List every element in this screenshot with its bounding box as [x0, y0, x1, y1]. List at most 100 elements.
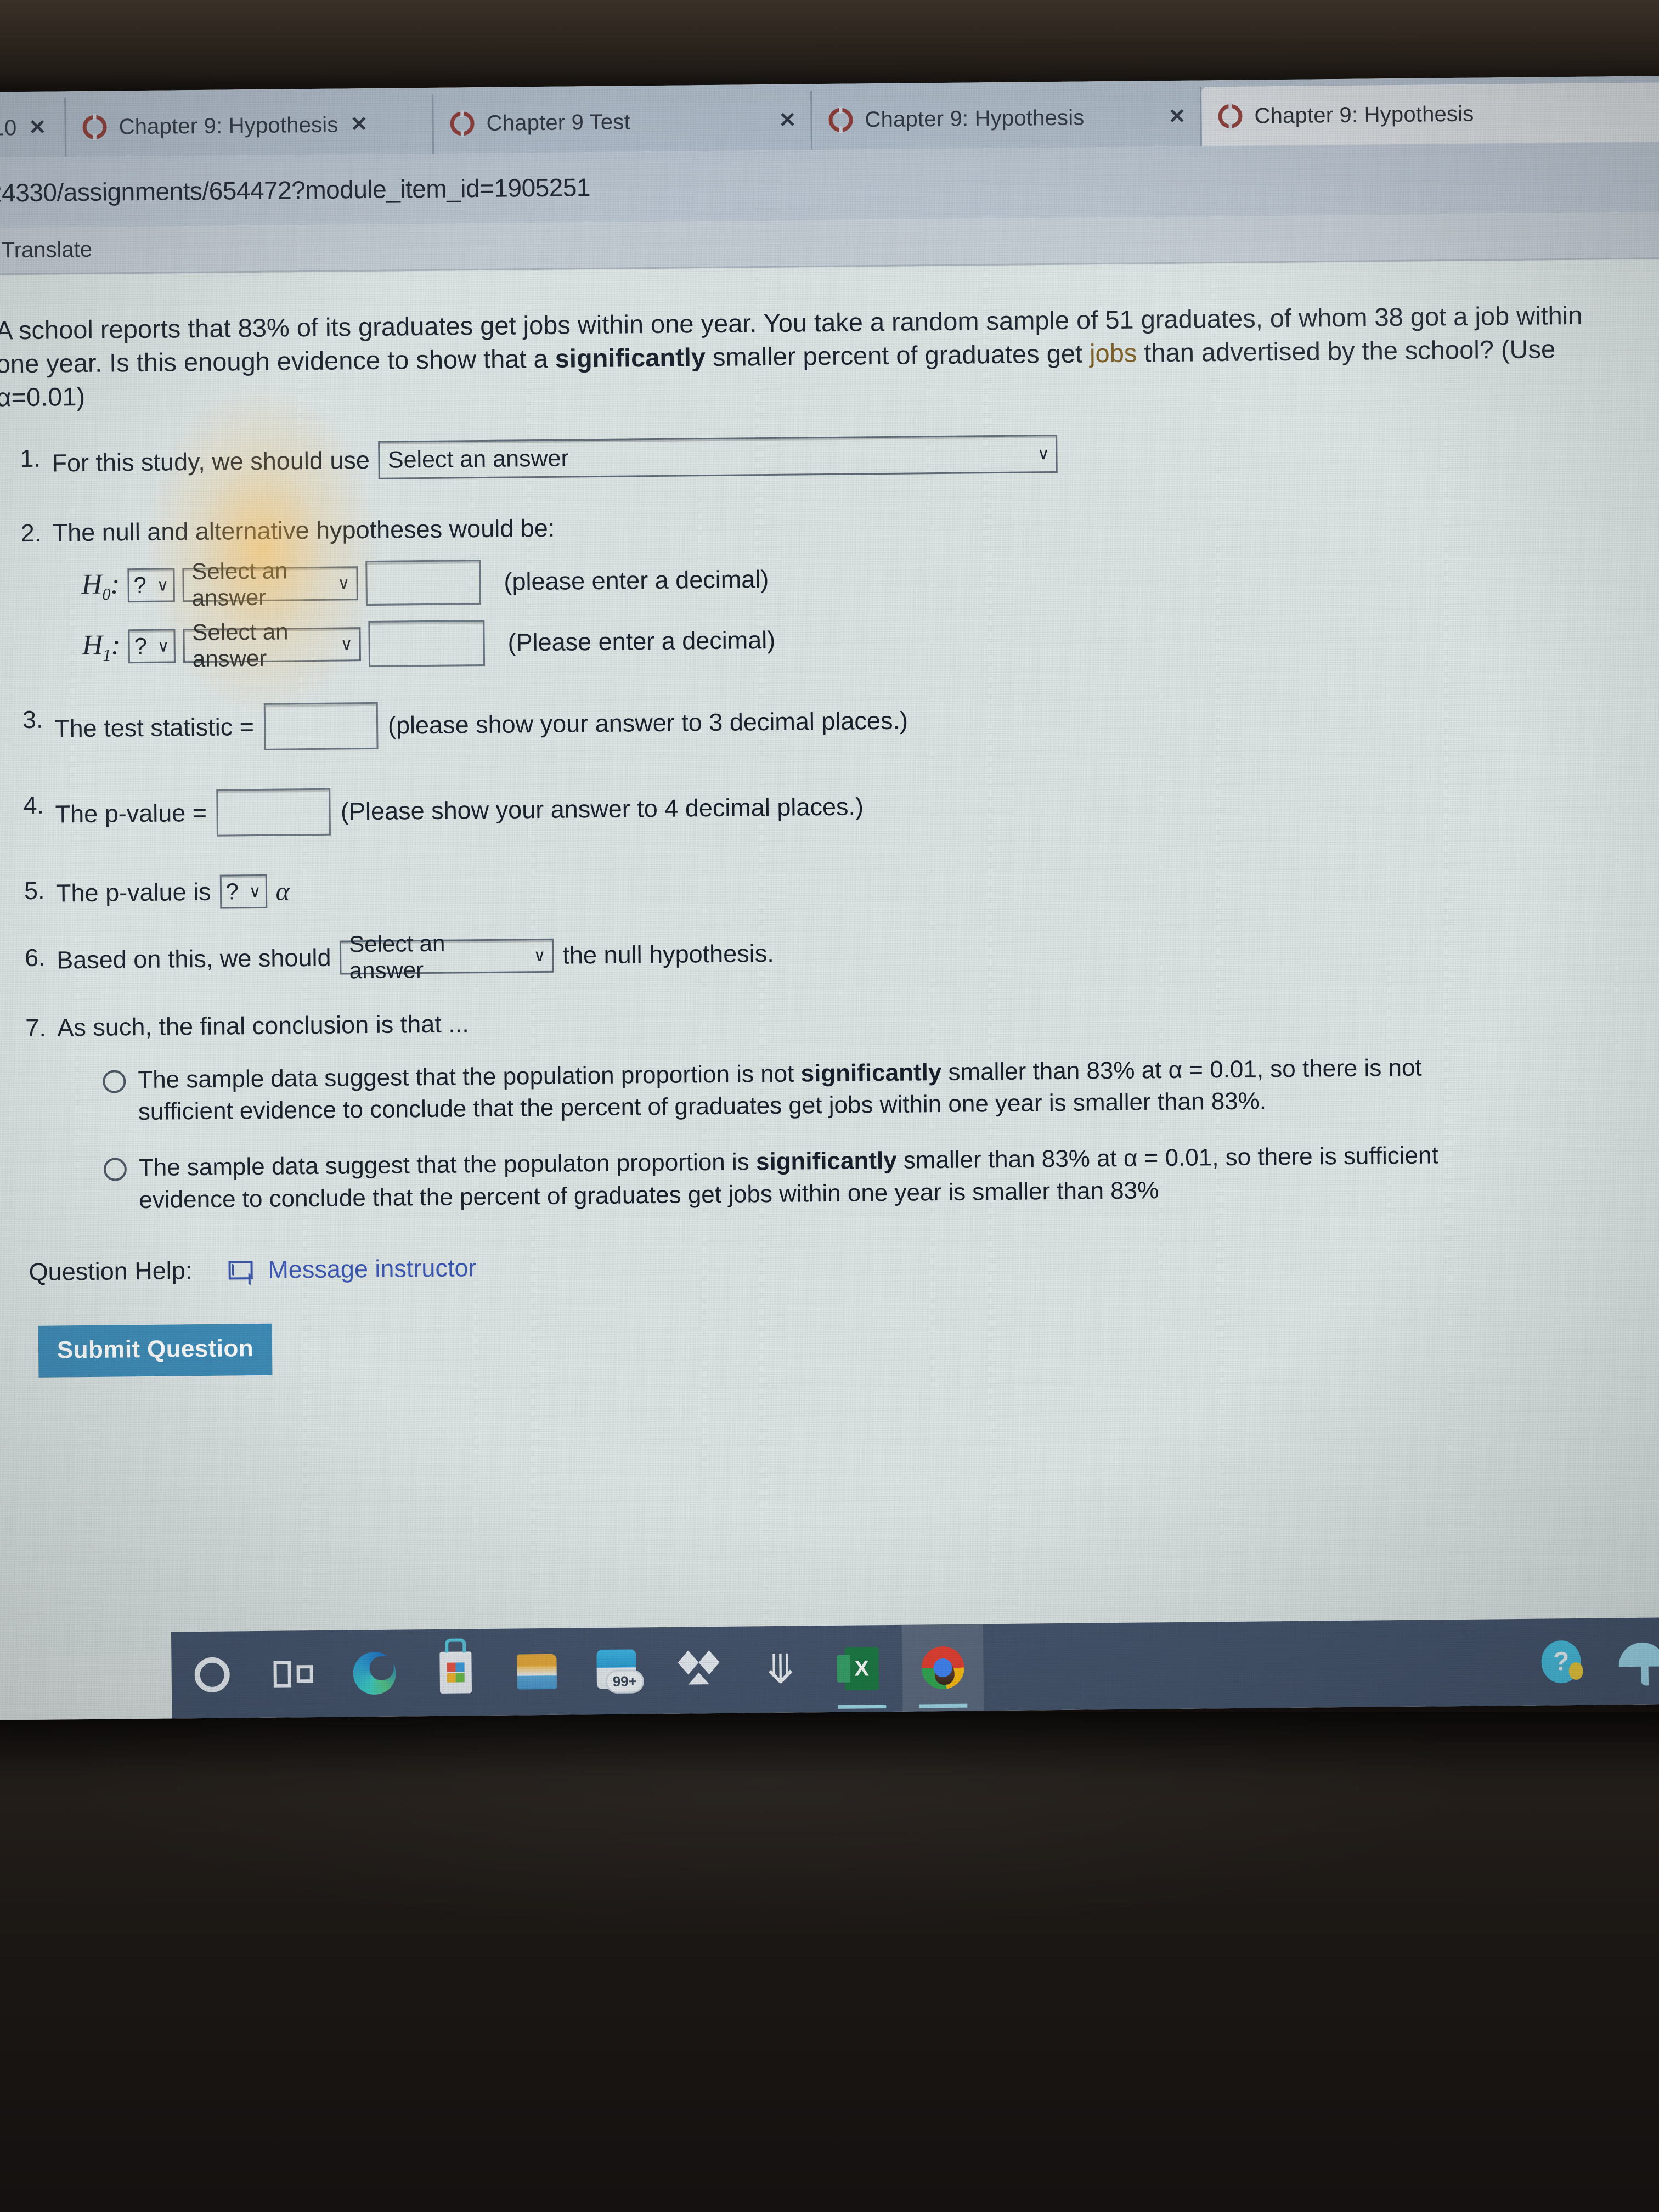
hypothesis-row-null: H0: ? ∨ Select an answer ∨ (please enter — [81, 549, 1659, 611]
h0-operator-value: ? — [133, 572, 147, 599]
radio-button-icon[interactable] — [103, 1158, 127, 1182]
taskbar-pinned-apps: 99+ ⤋ X — [171, 1624, 984, 1718]
item-1-label: For this study, we should use — [52, 446, 370, 477]
browser-tab-3[interactable]: Chapter 9: Hypothesis ✕ — [812, 87, 1203, 150]
canvas-icon — [828, 108, 853, 132]
conclusion-option-1-text: The sample data suggest that the populat… — [138, 1054, 1422, 1126]
item-4-label: The p-value = — [55, 799, 207, 828]
prompt-part-3: smaller percent of graduates get — [705, 338, 1090, 372]
microsoft-store-button[interactable] — [415, 1629, 497, 1716]
conclusion-option-1[interactable]: The sample data suggest that the populat… — [103, 1050, 1659, 1129]
p-value-input[interactable] — [216, 788, 331, 837]
question-item-1: 1. For this study, we should use Select … — [20, 429, 1659, 483]
question-item-6: 6. Based on this, we should Select an an… — [25, 928, 1659, 984]
taskbar-spacer — [984, 1662, 1521, 1667]
browser-tab-1[interactable]: Chapter 9: Hypothesis ✕ — [66, 94, 435, 157]
prompt-glare-word: jobs — [1089, 338, 1137, 368]
umbrella-icon — [1618, 1639, 1659, 1683]
edge-icon — [353, 1651, 397, 1695]
santa-hat-icon — [934, 1659, 955, 1685]
item-number: 6. — [24, 943, 46, 972]
browser-tab-label: Chapter 9: Hypothesis — [865, 105, 1085, 132]
study-type-select[interactable]: Select an answer ∨ — [378, 435, 1058, 480]
h0-parameter-value: Select an answer — [191, 557, 288, 611]
question-items-list: 1. For this study, we should use Select … — [0, 428, 1659, 1217]
umbrella-tray-icon[interactable] — [1601, 1617, 1659, 1705]
tab-close-icon[interactable]: ✕ — [778, 109, 796, 132]
study-type-select-value: Select an answer — [387, 445, 569, 473]
h1-operator-select[interactable]: ? ∨ — [128, 629, 176, 664]
h0-value-input[interactable] — [365, 560, 481, 606]
task-view-button[interactable] — [252, 1630, 335, 1718]
item-2-label: The null and alternative hypotheses woul… — [52, 514, 555, 547]
translate-label[interactable]: Translate — [2, 238, 93, 263]
windows-start-icon — [194, 1657, 230, 1693]
question-item-4: 4. The p-value = (Please show your answe… — [23, 776, 1659, 838]
conclusion-options: The sample data suggest that the populat… — [58, 1050, 1659, 1217]
question-item-2: 2. The null and alternative hypotheses w… — [20, 504, 1659, 672]
laptop-screen: 8_10 ✕ Chapter 9: Hypothesis ✕ Chapter 9… — [0, 75, 1659, 1720]
start-button[interactable] — [171, 1631, 253, 1718]
h1-parameter-select[interactable]: Select an answer ∨ — [183, 619, 361, 672]
h0-operator-select[interactable]: ? ∨ — [127, 568, 175, 603]
canvas-icon — [450, 111, 475, 136]
edge-button[interactable] — [334, 1629, 416, 1717]
chevron-down-icon: ∨ — [156, 576, 169, 595]
decision-select[interactable]: Select an answer ∨ — [340, 930, 554, 984]
item-5-label: The p-value is — [55, 878, 211, 907]
chrome-button[interactable] — [901, 1624, 984, 1712]
chevron-down-icon: ∨ — [249, 882, 261, 901]
browser-tab-2[interactable]: Chapter 9 Test ✕ — [433, 91, 813, 154]
radio-button-icon[interactable] — [103, 1070, 126, 1093]
question-help-label: Question Help: — [29, 1256, 193, 1286]
dropbox-button[interactable] — [658, 1627, 741, 1714]
lightning-icon: ⤋ — [763, 1645, 798, 1694]
desk-surface — [0, 1712, 1659, 2212]
chrome-icon — [921, 1646, 965, 1690]
item-number: 2. — [20, 519, 42, 548]
store-icon — [439, 1651, 472, 1694]
question-item-5: 5. The p-value is ? ∨ α — [24, 861, 1659, 911]
item-4-hint: (Please show your answer to 4 decimal pl… — [340, 792, 864, 826]
conclusion-option-2-text: The sample data suggest that the populat… — [138, 1142, 1438, 1214]
mail-icon: 99+ — [595, 1648, 645, 1694]
browser-tab-label: Chapter 9: Hypothesis — [119, 112, 338, 139]
h0-parameter-select[interactable]: Select an answer ∨ — [182, 558, 358, 611]
item-6-label: Based on this, we should — [56, 943, 331, 974]
item-3-hint: (please show your answer to 3 decimal pl… — [387, 706, 909, 740]
tab-close-icon[interactable]: ✕ — [350, 113, 368, 136]
p-value-comparison-select[interactable]: ? ∨ — [219, 874, 267, 909]
url-text[interactable]: /24330/assignments/654472?module_item_id… — [0, 172, 590, 208]
message-instructor-link[interactable]: Message instructor — [268, 1254, 477, 1284]
help-tray-icon[interactable]: ? — [1520, 1618, 1602, 1706]
browser-tab-0[interactable]: 8_10 ✕ — [0, 98, 67, 158]
item-7-label: As such, the final conclusion is that ..… — [57, 1009, 469, 1042]
chevron-down-icon: ∨ — [533, 946, 546, 965]
browser-tab-4[interactable]: Chapter 9: Hypothesis — [1201, 82, 1659, 146]
mail-button[interactable]: 99+ — [577, 1627, 659, 1714]
question-prompt: A school reports that 83% of its graduat… — [0, 297, 1659, 414]
envelope-icon[interactable] — [228, 1260, 253, 1280]
question-item-3: 3. The test statistic = (please show you… — [22, 690, 1659, 753]
conclusion-option-2[interactable]: The sample data suggest that the populat… — [103, 1138, 1659, 1217]
tab-close-icon[interactable]: ✕ — [29, 116, 46, 139]
file-explorer-icon — [517, 1654, 557, 1690]
excel-button[interactable]: X — [821, 1625, 903, 1712]
excel-letter: X — [854, 1656, 870, 1681]
file-explorer-button[interactable] — [496, 1628, 578, 1715]
prompt-percent: 83% — [238, 313, 290, 343]
submit-question-button[interactable]: Submit Question — [38, 1323, 273, 1378]
tab-close-icon[interactable]: ✕ — [1168, 105, 1186, 128]
lightning-app-button[interactable]: ⤋ — [740, 1626, 822, 1713]
browser-tab-label: 8_10 — [0, 115, 17, 140]
test-statistic-input[interactable] — [263, 702, 379, 751]
canvas-icon — [1218, 104, 1243, 129]
help-glyph: ? — [1553, 1647, 1570, 1677]
item-number: 5. — [24, 876, 45, 905]
h1-value-input[interactable] — [368, 620, 485, 668]
browser-tab-label: Chapter 9 Test — [486, 109, 631, 136]
decision-select-value: Select an answer — [349, 930, 445, 984]
h1-operator-value: ? — [134, 633, 148, 659]
item-number: 4. — [23, 791, 44, 820]
p-value-comparison-value: ? — [225, 878, 239, 905]
